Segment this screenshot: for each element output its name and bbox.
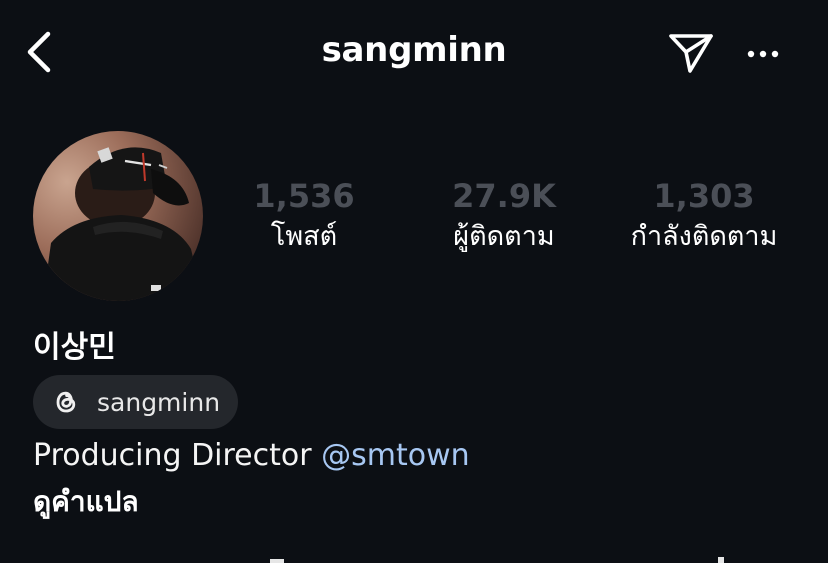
- threads-badge[interactable]: sangminn: [33, 375, 238, 429]
- display-name: 이상민: [33, 330, 116, 365]
- avatar[interactable]: [33, 131, 203, 301]
- more-icon[interactable]: [742, 40, 784, 68]
- bio-mention-link[interactable]: @smtown: [321, 438, 470, 473]
- posts-label: โพสต์: [270, 221, 338, 252]
- see-translation-link[interactable]: ดูคำแปล: [33, 480, 139, 524]
- profile-screen: sangminn 1,536 โพสต์ 27.9K ผู้ติดตาม 1,3…: [0, 0, 828, 563]
- bio-text: Producing Director @smtown: [33, 438, 470, 473]
- stat-followers[interactable]: 27.9K ผู้ติดตาม: [430, 176, 578, 256]
- threads-handle: sangminn: [97, 387, 221, 417]
- following-count: 1,303: [653, 177, 755, 215]
- cutoff-content: [270, 557, 724, 563]
- threads-icon: [56, 391, 76, 413]
- bio-title: Producing Director: [33, 438, 322, 473]
- following-label: กำลังติดตาม: [630, 221, 778, 252]
- send-icon[interactable]: [668, 31, 714, 75]
- back-icon[interactable]: [22, 30, 58, 74]
- stat-following[interactable]: 1,303 กำลังติดตาม: [604, 176, 804, 256]
- posts-count: 1,536: [253, 177, 355, 215]
- stat-posts[interactable]: 1,536 โพสต์: [240, 176, 368, 256]
- followers-label: ผู้ติดตาม: [453, 221, 555, 252]
- followers-count: 27.9K: [452, 177, 556, 215]
